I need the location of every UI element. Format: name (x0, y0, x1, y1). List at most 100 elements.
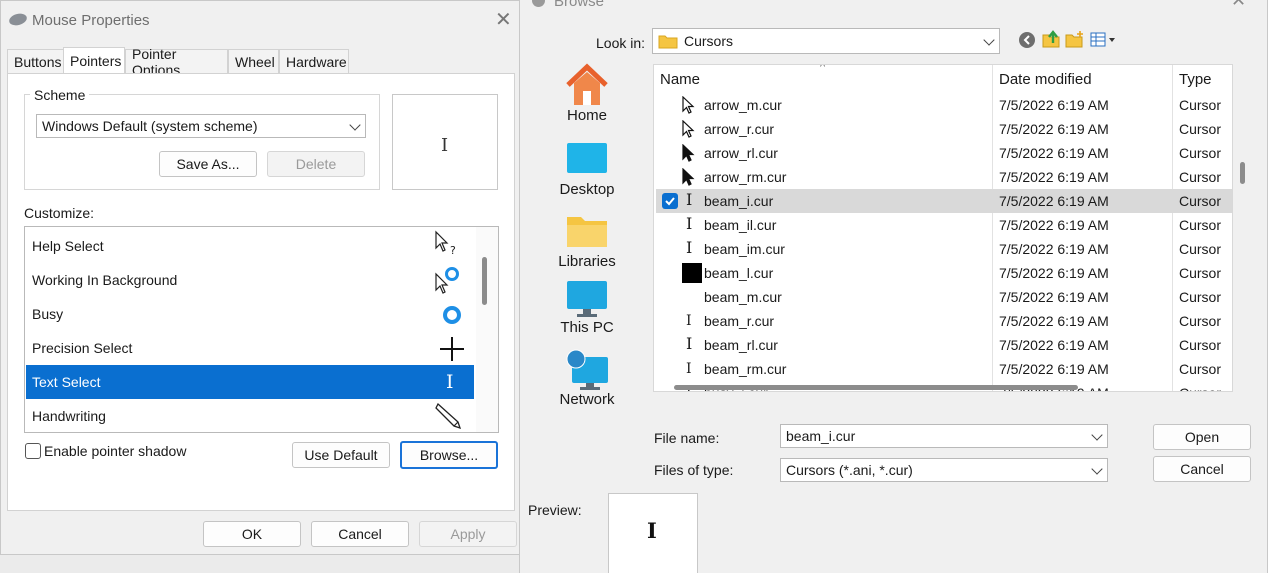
arrow-bold-cursor-icon (682, 143, 698, 162)
file-date-cell: 7/5/2022 6:19 AM (999, 169, 1109, 185)
scheme-select[interactable]: Windows Default (system scheme) (36, 114, 366, 138)
file-row[interactable]: Ibeam_rl.cur 7/5/2022 6:19 AM Cursor (656, 333, 1232, 357)
list-item-label: Precision Select (32, 340, 133, 356)
ok-button[interactable]: OK (203, 521, 301, 547)
file-row-selected[interactable]: Ibeam_i.cur 7/5/2022 6:19 AM Cursor (656, 189, 1232, 213)
file-date-cell: 7/5/2022 6:19 AM (999, 289, 1109, 305)
cancel-button[interactable]: Cancel (1153, 456, 1251, 482)
look-in-select[interactable]: Cursors (652, 28, 1000, 54)
files-of-type-select[interactable]: Cursors (*.ani, *.cur) (780, 458, 1108, 482)
list-item-selected[interactable]: Text Select I (26, 365, 474, 399)
column-header-type[interactable]: Type (1179, 71, 1212, 88)
place-libraries[interactable]: Libraries (522, 213, 652, 270)
file-name-value: beam_i.cur (786, 428, 856, 444)
open-button[interactable]: Open (1153, 424, 1251, 450)
tab-buttons[interactable]: Buttons (7, 49, 64, 73)
file-name-input[interactable]: beam_i.cur (780, 424, 1108, 448)
mouse-app-icon (7, 11, 29, 28)
save-as-button[interactable]: Save As... (159, 151, 257, 177)
beam-cursor-icon: I (686, 238, 693, 257)
pointer-shadow-checkbox[interactable] (25, 443, 41, 459)
arrow-small-cursor-icon (682, 119, 698, 138)
file-row[interactable]: Ibeam_rm.cur 7/5/2022 6:19 AM Cursor (656, 357, 1232, 381)
file-date-cell: 7/5/2022 6:19 AM (999, 265, 1109, 281)
place-label: Home (566, 107, 607, 124)
file-row[interactable]: beam_m.cur 7/5/2022 6:19 AM Cursor (656, 285, 1232, 309)
file-name-cell: arrow_rl.cur (704, 145, 778, 161)
file-name-cell: beam_l.cur (704, 265, 774, 281)
file-row[interactable]: arrow_r.cur 7/5/2022 6:19 AM Cursor (656, 117, 1232, 141)
file-name-cell: beam_rl.cur (704, 337, 778, 353)
horizontal-scrollbar-thumb[interactable] (674, 385, 1078, 390)
row-checkbox-checked-icon[interactable] (662, 193, 678, 209)
file-row[interactable]: Ibeam_il.cur 7/5/2022 6:19 AM Cursor (656, 213, 1232, 237)
column-header-date[interactable]: Date modified (999, 71, 1092, 88)
place-desktop[interactable]: Desktop (522, 141, 652, 198)
chevron-down-icon (1091, 463, 1103, 475)
back-icon[interactable] (1018, 31, 1036, 49)
tab-hardware[interactable]: Hardware (279, 49, 349, 73)
tab-label: Pointers (70, 53, 122, 69)
file-name-cell: beam_il.cur (704, 217, 777, 233)
file-row[interactable]: Ibeam_r.cur 7/5/2022 6:19 AM Cursor (656, 309, 1232, 333)
file-row[interactable]: arrow_rm.cur 7/5/2022 6:19 AM Cursor (656, 165, 1232, 189)
list-item[interactable]: Precision Select (26, 331, 474, 365)
tab-pointer-options[interactable]: Pointer Options (125, 46, 228, 78)
list-item-label: Help Select (32, 238, 104, 254)
places-bar: Home Desktop Libraries This PC Network (522, 63, 652, 408)
list-item[interactable]: Help Select ? (26, 229, 474, 263)
file-type-cell: Cursor (1179, 169, 1222, 185)
column-header-name[interactable]: Name (660, 71, 700, 88)
scrollbar-thumb[interactable] (482, 257, 487, 305)
file-name-cell: beam_m.cur (704, 289, 782, 305)
browse-button[interactable]: Browse... (400, 441, 498, 469)
vertical-scrollbar-thumb[interactable] (1240, 162, 1245, 184)
list-scrollbar[interactable] (476, 227, 498, 432)
file-date-cell: 7/5/2022 6:19 AM (999, 241, 1109, 257)
file-row[interactable]: arrow_m.cur 7/5/2022 6:19 AM Cursor (656, 93, 1232, 117)
list-item[interactable]: Busy (26, 297, 474, 331)
svg-text:?: ? (450, 244, 456, 257)
text-select-cursor-icon: I (446, 371, 454, 393)
close-icon[interactable]: ✕ (1231, 0, 1246, 9)
tab-label: Hardware (286, 53, 347, 70)
close-icon[interactable]: ✕ (495, 10, 512, 30)
place-network[interactable]: Network (522, 349, 652, 408)
view-menu-icon[interactable] (1090, 32, 1118, 48)
busy-cursor-icon (443, 306, 461, 324)
desktop-icon (567, 143, 607, 173)
preview-box: I (608, 493, 698, 573)
beam-cursor-icon: I (686, 334, 693, 353)
browse-app-icon (532, 0, 545, 7)
beam-small-cursor-icon: I (686, 361, 692, 377)
file-date-cell: 7/5/2022 6:19 AM (999, 97, 1109, 113)
arrow-bold-cursor-icon (682, 167, 698, 186)
cursor-list[interactable]: Help Select ? Working In Background Busy… (24, 226, 499, 433)
scheme-label: Scheme (30, 87, 90, 103)
file-list[interactable]: Name ^ Date modified Type arrow_m.cur 7/5… (653, 64, 1233, 392)
new-folder-icon[interactable] (1065, 30, 1085, 48)
text-select-cursor-icon: I (647, 518, 657, 543)
help-select-cursor-icon: ? (435, 230, 456, 257)
cancel-button[interactable]: Cancel (311, 521, 409, 547)
file-row[interactable]: Ibeam_im.cur 7/5/2022 6:19 AM Cursor (656, 237, 1232, 261)
file-type-cell: Cursor (1179, 121, 1222, 137)
file-row[interactable]: arrow_rl.cur 7/5/2022 6:19 AM Cursor (656, 141, 1232, 165)
file-name-cell: beam_im.cur (704, 241, 785, 257)
file-row[interactable]: beam_l.cur 7/5/2022 6:19 AM Cursor (656, 261, 1232, 285)
list-item[interactable]: Handwriting (26, 399, 474, 432)
tab-pointers[interactable]: Pointers (63, 47, 125, 74)
list-item[interactable]: Working In Background (26, 263, 474, 297)
place-label: Network (559, 391, 615, 408)
file-type-cell: Cursor (1179, 241, 1222, 257)
files-of-type-value: Cursors (*.ani, *.cur) (786, 462, 913, 478)
file-date-cell: 7/5/2022 6:19 AM (999, 361, 1109, 377)
place-this-pc[interactable]: This PC (522, 279, 652, 336)
tab-wheel[interactable]: Wheel (228, 49, 279, 73)
place-home[interactable]: Home (522, 63, 652, 124)
up-folder-icon[interactable] (1041, 29, 1061, 49)
customize-label: Customize: (24, 205, 95, 221)
file-date-cell: 7/5/2022 6:19 AM (999, 337, 1109, 353)
place-label: Libraries (558, 253, 616, 270)
use-default-button[interactable]: Use Default (292, 442, 390, 468)
